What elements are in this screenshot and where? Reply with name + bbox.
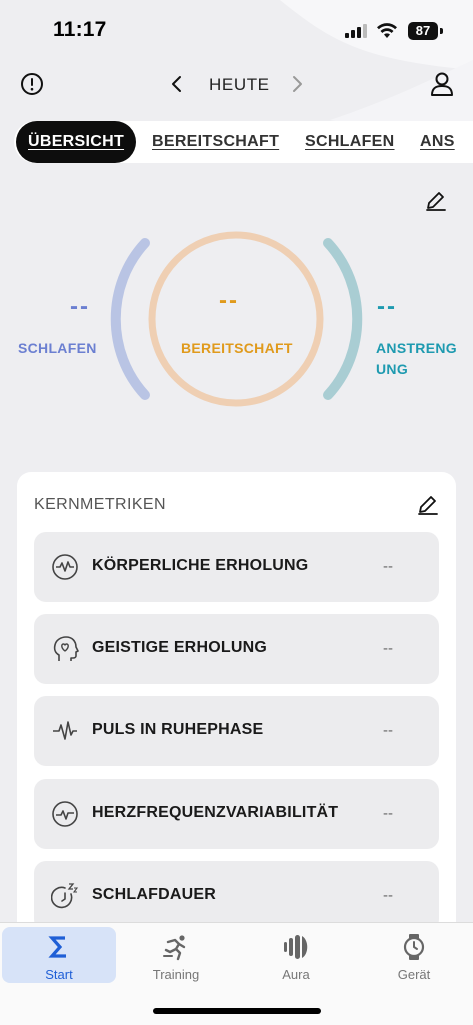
- nav-device[interactable]: Gerät: [357, 927, 471, 983]
- metric-row-sleep-duration[interactable]: SCHLAFDAUER --: [34, 861, 439, 931]
- strain-score-label-line1: ANSTRENG: [376, 340, 457, 356]
- readiness-score-value: --: [219, 287, 239, 314]
- chevron-left-icon[interactable]: [165, 72, 189, 96]
- card-title: KERNMETRIKEN: [34, 496, 166, 513]
- readiness-score-label: BEREITSCHAFT: [181, 340, 293, 356]
- nav-aura[interactable]: Aura: [239, 927, 353, 983]
- metric-value: --: [383, 640, 393, 657]
- tab-strain[interactable]: ANS: [420, 121, 455, 163]
- chevron-right-icon[interactable]: [285, 72, 309, 96]
- date-label: HEUTE: [209, 75, 270, 94]
- metric-label: HERZFREQUENZVARIABILITÄT: [92, 804, 339, 821]
- pulse-circle-icon: [52, 554, 78, 580]
- readiness-ring: [148, 231, 324, 407]
- aura-icon: [284, 935, 308, 959]
- key-metrics-card: KERNMETRIKEN KÖRPERLICHE ERHOLUNG -- GEI…: [17, 472, 456, 932]
- metric-row-hrv[interactable]: HERZFREQUENZVARIABILITÄT --: [34, 779, 439, 849]
- metric-label: PULS IN RUHEPHASE: [92, 721, 264, 738]
- profile-icon[interactable]: [428, 70, 456, 98]
- nav-label: Training: [152, 967, 200, 982]
- sleep-score-value: --: [70, 293, 90, 320]
- hrv-circle-icon: [52, 801, 78, 827]
- metric-row-physical-recovery[interactable]: KÖRPERLICHE ERHOLUNG --: [34, 532, 439, 602]
- tab-readiness[interactable]: BEREITSCHAFT: [152, 121, 279, 163]
- head-heart-icon: [53, 636, 79, 661]
- home-indicator: [153, 1008, 321, 1014]
- status-bar: 11:17 87: [0, 0, 473, 64]
- battery-tip: [440, 28, 443, 34]
- alert-icon[interactable]: [20, 72, 44, 96]
- strain-score-value: --: [377, 293, 397, 320]
- tab-bar: ÜBERSICHT BEREITSCHAFT SCHLAFEN ANS: [14, 121, 473, 163]
- metric-label: GEISTIGE ERHOLUNG: [92, 639, 267, 656]
- nav-label: Aura: [282, 967, 310, 982]
- metric-value: --: [383, 558, 393, 575]
- nav-label: Start: [45, 967, 73, 982]
- date-navigator: HEUTE: [165, 70, 310, 98]
- score-gauges: -- SCHLAFEN -- BEREITSCHAFT -- ANSTRENG …: [0, 225, 473, 415]
- metric-value: --: [383, 887, 393, 904]
- metric-row-resting-pulse[interactable]: PULS IN RUHEPHASE --: [34, 696, 439, 766]
- strain-arc: [323, 238, 363, 400]
- sigma-icon: [48, 936, 66, 958]
- status-time: 11:17: [53, 18, 107, 41]
- metric-value: --: [383, 805, 393, 822]
- tab-overview[interactable]: ÜBERSICHT: [16, 121, 137, 163]
- runner-icon: [163, 935, 186, 961]
- metric-row-mental-recovery[interactable]: GEISTIGE ERHOLUNG --: [34, 614, 439, 684]
- battery-indicator: 87: [408, 22, 438, 40]
- nav-label: Gerät: [397, 967, 431, 982]
- edit-icon[interactable]: [416, 493, 440, 517]
- wifi-icon: [377, 23, 397, 38]
- sleep-arc: [110, 238, 150, 400]
- cellular-signal-icon: [345, 24, 367, 38]
- strain-score-label-line2: UNG: [376, 361, 409, 377]
- edit-icon[interactable]: [424, 189, 448, 213]
- sleep-clock-icon: [51, 883, 79, 909]
- nav-training[interactable]: Training: [119, 927, 233, 983]
- watch-icon: [403, 934, 425, 960]
- sleep-score-label: SCHLAFEN: [18, 340, 97, 356]
- tab-sleep[interactable]: SCHLAFEN: [305, 121, 395, 163]
- metric-label: KÖRPERLICHE ERHOLUNG: [92, 557, 309, 574]
- heartbeat-wave-icon: [53, 721, 77, 740]
- nav-start[interactable]: Start: [2, 927, 116, 983]
- metric-label: SCHLAFDAUER: [92, 886, 216, 903]
- metric-value: --: [383, 722, 393, 739]
